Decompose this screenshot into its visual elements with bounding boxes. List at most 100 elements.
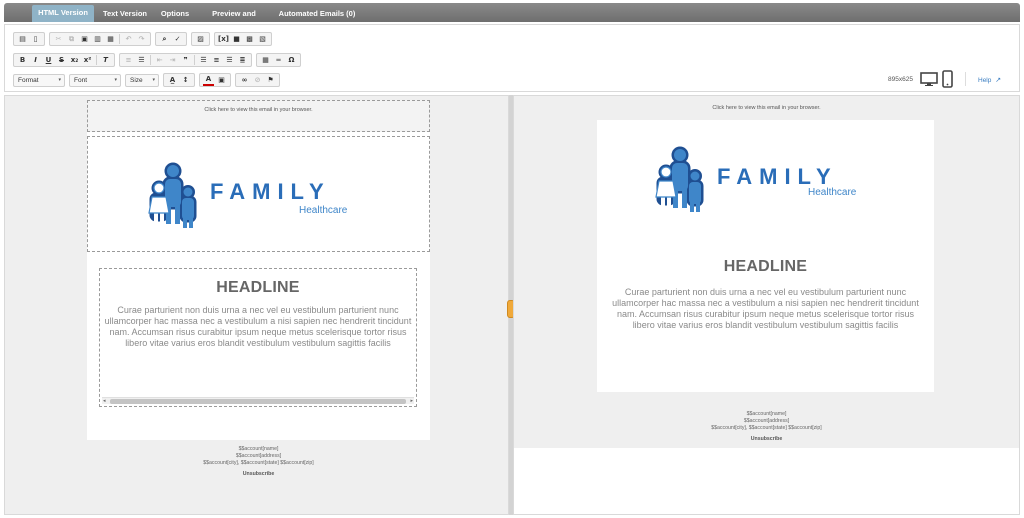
toolbar-separator <box>119 34 120 44</box>
preview-email-body: FAMILY Healthcare HEADLINE Curae parturi… <box>597 120 934 392</box>
strike-icon[interactable]: S <box>56 55 67 66</box>
link-icon[interactable]: ∞ <box>239 75 250 86</box>
email-editor: HTML Version Text Version Options Previe… <box>0 0 1024 518</box>
headline[interactable]: HEADLINE <box>100 279 416 297</box>
paste-text-icon[interactable]: ▥ <box>92 34 103 45</box>
template-icon[interactable]: ▧ <box>257 34 268 45</box>
text-color-icon[interactable]: A <box>203 75 214 86</box>
align-left-icon[interactable]: ☰ <box>198 55 209 66</box>
desktop-preview-icon[interactable] <box>920 72 938 86</box>
block-icon[interactable]: ■ <box>231 34 242 45</box>
tab-bar: HTML Version Text Version Options Previe… <box>4 3 1020 34</box>
toolbar-row-2: B I U S x₂ x² T ≡ ☰ ⇤ ⇥ ❞ ☰ ≡ ☰ ≣ ▦ ═ Ω <box>13 53 305 67</box>
logo-block[interactable]: FAMILY Healthcare <box>87 136 430 252</box>
body-text[interactable]: Curae parturient non duis urna a nec vel… <box>102 305 414 349</box>
new-page-icon[interactable]: ▯ <box>30 34 41 45</box>
toolbar-group-find: ⌕ ✓ <box>155 32 187 46</box>
anchor-flag-icon[interactable]: ⚑ <box>265 75 276 86</box>
redo-icon[interactable]: ↷ <box>136 34 147 45</box>
tab-preview-and-test[interactable]: Preview and Test <box>198 6 270 34</box>
scroll-left-icon[interactable]: ◂ <box>103 398 106 404</box>
special-char-icon[interactable]: Ω <box>286 55 297 66</box>
help-label: Help <box>978 77 992 84</box>
horizontal-rule-icon[interactable]: ═ <box>273 55 284 66</box>
preview-unsubscribe-link[interactable]: Unsubscribe <box>514 436 1019 442</box>
copy-icon[interactable]: ⧉ <box>66 34 77 45</box>
tab-automated-emails[interactable]: Automated Emails (0) <box>270 6 364 22</box>
indent-icon[interactable]: ⇥ <box>167 55 178 66</box>
subscript-icon[interactable]: x₂ <box>69 55 80 66</box>
mobile-preview-icon[interactable] <box>942 70 953 88</box>
tab-html-version[interactable]: HTML Version <box>32 5 94 22</box>
underline-icon[interactable]: U <box>43 55 54 66</box>
footer-address: $$account[name] $$account[address] $$acc… <box>87 446 430 467</box>
preview-logo-subtitle: Healthcare <box>808 187 857 198</box>
spellcheck-icon[interactable]: ✓ <box>172 34 183 45</box>
italic-icon[interactable]: I <box>30 55 41 66</box>
numbered-list-icon[interactable]: ≡ <box>123 55 134 66</box>
toolbar-group-fields: [x] ■ ▩ ▧ <box>214 32 272 46</box>
browser-link-block[interactable]: Click here to view this email in your br… <box>87 100 430 132</box>
family-logo-icon <box>148 162 197 228</box>
toolbar-group-basic-styles: B I U S x₂ x² T <box>13 53 115 67</box>
remove-format-icon[interactable]: T <box>100 55 111 66</box>
undo-icon[interactable]: ↶ <box>123 34 134 45</box>
preview-pane: Click here to view this email in your br… <box>513 95 1020 515</box>
bulleted-list-icon[interactable]: ☰ <box>136 55 147 66</box>
unsubscribe-link[interactable]: Unsubscribe <box>87 471 430 477</box>
browser-link-text[interactable]: Click here to view this email in your br… <box>88 107 429 113</box>
scroll-right-icon[interactable]: ▸ <box>410 398 413 404</box>
line-height-icon[interactable]: ↕ <box>180 75 191 86</box>
source-icon[interactable]: ▤ <box>17 34 28 45</box>
format-select-label: Format <box>18 76 39 84</box>
toolbar-row-3: Format ▾ Font ▾ Size ▾ A̲ ↕ A ▣ ∞ ⊘ ⚑ <box>13 73 284 87</box>
align-center-icon[interactable]: ≡ <box>211 55 222 66</box>
toolbar-group-clipboard: ✂ ⧉ ▣ ▥ ▦ ↶ ↷ <box>49 32 151 46</box>
bg-color-icon[interactable]: ▣ <box>216 75 227 86</box>
logo-wordmark: FAMILY <box>210 179 331 204</box>
align-right-icon[interactable]: ☰ <box>224 55 235 66</box>
image-icon[interactable]: ▨ <box>195 34 206 45</box>
cut-icon[interactable]: ✂ <box>53 34 64 45</box>
merge-field-icon[interactable]: [x] <box>218 34 229 45</box>
toolbar-group-links: ∞ ⊘ ⚑ <box>235 73 280 87</box>
format-select[interactable]: Format ▾ <box>13 73 65 87</box>
scrollbar-thumb[interactable] <box>110 399 406 404</box>
blockquote-icon[interactable]: ❞ <box>180 55 191 66</box>
toolbar-row-1: ▤ ▯ ✂ ⧉ ▣ ▥ ▦ ↶ ↷ ⌕ ✓ ▨ [x] ■ ▩ ▧ <box>13 32 276 46</box>
justify-icon[interactable]: ≣ <box>237 55 248 66</box>
toolbar-group-colors: A ▣ <box>199 73 231 87</box>
toolbar-separator <box>96 55 97 65</box>
preview-browser-link[interactable]: Click here to view this email in your br… <box>514 105 1019 111</box>
outdent-icon[interactable]: ⇤ <box>154 55 165 66</box>
chevron-down-icon: ▾ <box>152 76 155 83</box>
unlink-icon[interactable]: ⊘ <box>252 75 263 86</box>
paste-icon[interactable]: ▣ <box>79 34 90 45</box>
editor-toolbar: ▤ ▯ ✂ ⧉ ▣ ▥ ▦ ↶ ↷ ⌕ ✓ ▨ [x] ■ ▩ ▧ B I U … <box>4 24 1020 92</box>
preview-footer-name: $$account[name] <box>746 411 787 417</box>
toolbar-group-paragraph: ≡ ☰ ⇤ ⇥ ❞ ☰ ≡ ☰ ≣ <box>119 53 252 67</box>
toolbar-group-spacing: A̲ ↕ <box>163 73 195 87</box>
bold-icon[interactable]: B <box>17 55 28 66</box>
tab-options[interactable]: Options <box>154 6 196 22</box>
date-icon[interactable]: ▩ <box>244 34 255 45</box>
table-icon[interactable]: ▦ <box>260 55 271 66</box>
letter-spacing-icon[interactable]: A̲ <box>167 75 178 86</box>
find-icon[interactable]: ⌕ <box>159 34 170 45</box>
toolbar-divider <box>965 72 966 86</box>
size-select-label: Size <box>130 76 143 84</box>
preview-footer-address: $$account[name] $$account[address] $$acc… <box>514 411 1019 432</box>
toolbar-separator <box>150 55 151 65</box>
size-select[interactable]: Size ▾ <box>125 73 159 87</box>
logo-subtitle: Healthcare <box>299 205 348 216</box>
chevron-down-icon: ▾ <box>114 76 117 83</box>
content-block[interactable]: HEADLINE Curae parturient non duis urna … <box>99 268 417 407</box>
font-select[interactable]: Font ▾ <box>69 73 121 87</box>
editor-pane[interactable]: Click here to view this email in your br… <box>4 95 509 515</box>
paste-word-icon[interactable]: ▦ <box>105 34 116 45</box>
footer-street: $$account[address] <box>235 453 282 460</box>
tab-text-version[interactable]: Text Version <box>96 6 154 22</box>
help-link[interactable]: Help ↗ <box>978 76 1001 84</box>
superscript-icon[interactable]: x² <box>82 55 93 66</box>
horizontal-scrollbar[interactable]: ◂ ▸ <box>102 397 414 404</box>
